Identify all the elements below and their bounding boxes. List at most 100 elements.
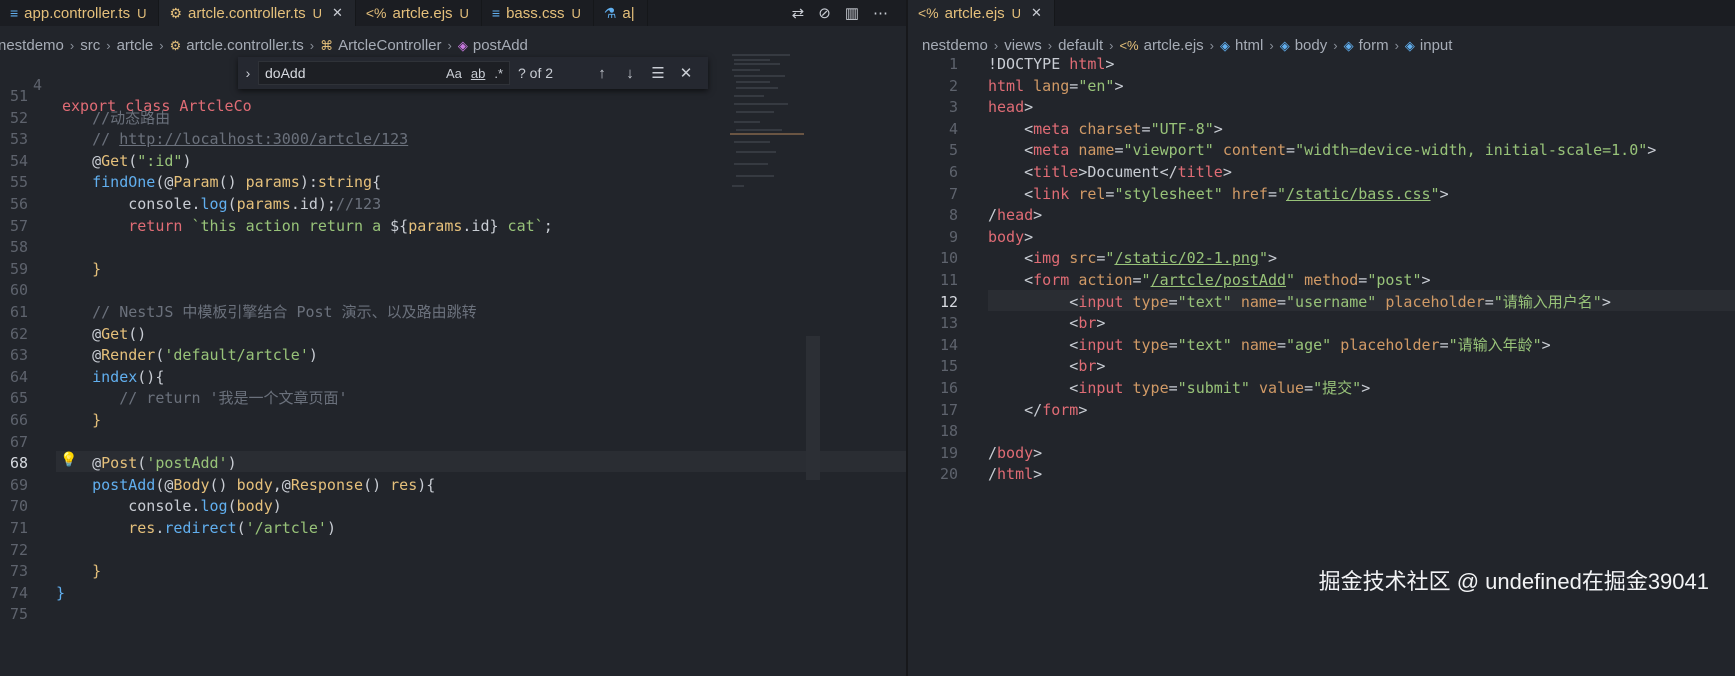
code-line[interactable]: 68 @Post('postAdd'): [0, 453, 906, 474]
arrow-up-icon[interactable]: ↑: [592, 65, 612, 82]
breadcrumb-item[interactable]: nestdemo: [922, 37, 988, 54]
code-text: <title>Document</title>: [988, 162, 1232, 183]
code-token: ): [182, 151, 192, 170]
breadcrumb-item[interactable]: ◈ body: [1280, 37, 1328, 54]
code-line[interactable]: 3 head>: [908, 97, 1735, 118]
tab-artcle-ejs[interactable]: <% artcle.ejs U ✕: [908, 0, 1055, 26]
code-line[interactable]: 67: [0, 432, 906, 453]
tab-3[interactable]: ≡ bass.css U: [482, 0, 594, 26]
code-line[interactable]: 8/head>: [908, 205, 1735, 226]
lightbulb-icon[interactable]: 💡: [60, 451, 77, 468]
code-line[interactable]: 9 body>: [908, 227, 1735, 248]
split-editor-icon[interactable]: ▥: [845, 4, 859, 22]
vertical-scrollbar[interactable]: [806, 336, 820, 480]
code-line[interactable]: 59 }: [0, 259, 906, 280]
breadcrumb-item[interactable]: views: [1004, 37, 1042, 54]
code-line[interactable]: 11 <form action="/artcle/postAdd" method…: [908, 270, 1735, 291]
code-token: =: [1439, 335, 1449, 354]
match-word-button[interactable]: ab: [471, 66, 485, 81]
tab-1[interactable]: ⚙ artcle.controller.ts U ✕: [159, 0, 356, 26]
code-line[interactable]: 17 </form>: [908, 400, 1735, 421]
code-line[interactable]: 75: [0, 604, 906, 625]
code-line[interactable]: 16 <input type="submit" value="提交">: [908, 378, 1735, 399]
code-line[interactable]: 69 postAdd(@Body() body,@Response() res)…: [0, 475, 906, 496]
code-line[interactable]: 18: [908, 421, 1735, 442]
code-token: (: [128, 151, 138, 170]
code-line[interactable]: 56 console.log(params.id);//123: [0, 194, 906, 215]
breadcrumb-item[interactable]: ⌘ ArtcleController: [320, 37, 441, 54]
code-token: ): [272, 497, 282, 516]
code-line[interactable]: 15 <br>: [908, 356, 1735, 377]
code-line[interactable]: 65 // return '我是一个文章页面': [0, 388, 906, 409]
breadcrumb-item[interactable]: <% artcle.ejs: [1119, 37, 1203, 54]
more-icon[interactable]: ⋯: [873, 4, 888, 22]
breadcrumb-item[interactable]: ◈ html: [1220, 37, 1263, 54]
code-token: name: [1240, 335, 1277, 354]
close-icon[interactable]: ✕: [332, 5, 343, 21]
chevron-right-icon[interactable]: ›: [238, 65, 258, 81]
close-icon[interactable]: ✕: [1031, 5, 1042, 21]
code-line[interactable]: 74}: [0, 583, 906, 604]
code-line[interactable]: 70 console.log(body): [0, 496, 906, 517]
eye-off-icon[interactable]: ⊘: [818, 4, 831, 22]
find-input[interactable]: doAdd Aa ab .*: [258, 61, 510, 85]
find-in-selection-icon[interactable]: ☰: [648, 64, 668, 82]
line-number: 63: [9, 346, 28, 365]
compare-icon[interactable]: ⇄: [792, 4, 805, 22]
code-token: body: [236, 475, 273, 494]
code-line[interactable]: 4 <meta charset="UTF-8">: [908, 119, 1735, 140]
breadcrumb-item[interactable]: default: [1058, 37, 1103, 54]
tab-label: bass.css: [506, 4, 565, 22]
line-number: 75: [9, 605, 28, 624]
breadcrumb-item[interactable]: ◈ form: [1344, 37, 1389, 54]
breadcrumb-item[interactable]: ◈ postAdd: [458, 37, 528, 54]
code-line[interactable]: 14 <input type="text" name="age" placeho…: [908, 335, 1735, 356]
tab-4[interactable]: ⚗ a|: [594, 0, 648, 26]
code-line[interactable]: 1 !DOCTYPE html>: [908, 54, 1735, 75]
line-number: 67: [9, 432, 28, 451]
code-line[interactable]: 72: [0, 540, 906, 561]
code-token: http://localhost:3000/artcle/123: [119, 130, 409, 149]
code-line[interactable]: 7 <link rel="stylesheet" href="/static/b…: [908, 184, 1735, 205]
breadcrumb-item[interactable]: src: [80, 37, 100, 54]
code-line[interactable]: 57 return `this action return a ${params…: [0, 216, 906, 237]
code-line[interactable]: 62 @Get(): [0, 324, 906, 345]
breadcrumb-item[interactable]: nestdemo: [0, 37, 64, 54]
code-token: =: [1168, 379, 1178, 397]
code-line[interactable]: 73 }: [0, 561, 906, 582]
minimap[interactable]: [730, 52, 804, 192]
code-token: /: [988, 206, 998, 225]
code-line[interactable]: 19/body>: [908, 443, 1735, 464]
tab-2[interactable]: <% artcle.ejs U: [356, 0, 482, 26]
code-line[interactable]: 66 }: [0, 410, 906, 431]
code-line[interactable]: 12 <input type="text" name="username" pl…: [908, 292, 1735, 313]
code-line[interactable]: 10 <img src="/static/02-1.png">: [908, 248, 1735, 269]
code-line[interactable]: 20/html>: [908, 464, 1735, 485]
regex-button[interactable]: .*: [494, 66, 503, 81]
code-line[interactable]: 13 <br>: [908, 313, 1735, 334]
code-line[interactable]: 5 <meta name="viewport" content="width=d…: [908, 140, 1735, 161]
line-number: 6: [948, 163, 958, 181]
ejs-file-icon: <%: [1119, 37, 1139, 53]
typescript-file-icon: ≡: [10, 5, 19, 21]
code-line[interactable]: 64 index(){: [0, 367, 906, 388]
tab-0[interactable]: ≡ app.controller.ts U: [0, 0, 160, 26]
code-line[interactable]: 61 // NestJS 中模板引擎结合 Post 演示、以及路由跳转: [0, 302, 906, 323]
code-line[interactable]: 60: [0, 280, 906, 301]
arrow-down-icon[interactable]: ↓: [620, 65, 640, 82]
code-token: =: [1267, 184, 1277, 203]
breadcrumb-item[interactable]: ◈ input: [1405, 37, 1453, 54]
match-case-button[interactable]: Aa: [446, 66, 462, 81]
gear-icon: ⚙: [169, 4, 183, 21]
code-line[interactable]: 58: [0, 237, 906, 258]
code-line[interactable]: 63 @Render('default/artcle'): [0, 345, 906, 366]
breadcrumb-item[interactable]: artcle: [117, 37, 154, 54]
code-line[interactable]: 2 html lang="en">: [908, 76, 1735, 97]
breadcrumb-item[interactable]: ⚙ artcle.controller.ts: [170, 37, 304, 54]
code-token: head: [997, 206, 1034, 225]
code-line[interactable]: 6 <title>Document</title>: [908, 162, 1735, 183]
close-icon[interactable]: ✕: [676, 64, 696, 82]
code-line[interactable]: 71 res.redirect('/artcle'): [0, 518, 906, 539]
code-token: body: [988, 227, 1025, 246]
right-tab-bar: <% artcle.ejs U ✕: [908, 0, 1735, 26]
